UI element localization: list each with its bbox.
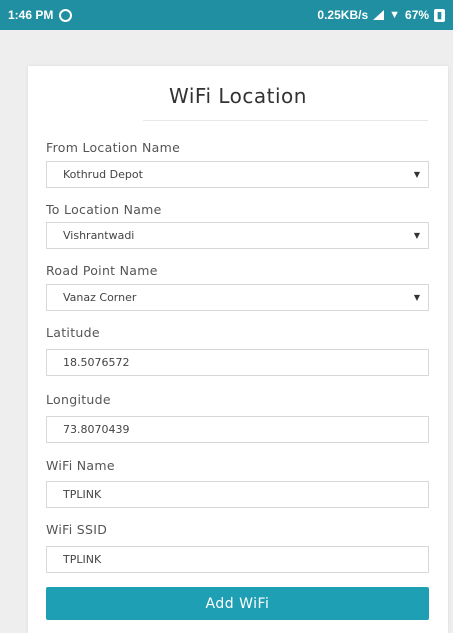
- road-point-label: Road Point Name: [46, 263, 158, 278]
- wifi-ssid-value: TPLINK: [63, 553, 102, 566]
- wifi-name-label: WiFi Name: [46, 458, 115, 473]
- to-location-label: To Location Name: [46, 202, 162, 217]
- whatsapp-icon: [59, 8, 73, 22]
- longitude-label: Longitude: [46, 392, 111, 407]
- to-location-select[interactable]: Vishrantwadi ▼: [46, 222, 429, 249]
- title-divider: [143, 120, 428, 121]
- from-location-value: Kothrud Depot: [63, 168, 143, 181]
- battery-icon: ▮: [434, 8, 445, 22]
- page-title: WiFi Location: [169, 84, 307, 108]
- longitude-input[interactable]: 73.8070439: [46, 416, 429, 443]
- road-point-select[interactable]: Vanaz Corner ▼: [46, 284, 429, 311]
- status-time: 1:46 PM: [8, 8, 54, 22]
- latitude-input[interactable]: 18.5076572: [46, 349, 429, 376]
- latitude-label: Latitude: [46, 325, 100, 340]
- status-bar: 1:46 PM 0.25KB/s ▼ 67% ▮: [0, 0, 453, 30]
- to-location-value: Vishrantwadi: [63, 229, 135, 242]
- wifi-ssid-label: WiFi SSID: [46, 522, 108, 537]
- network-speed: 0.25KB/s: [317, 8, 369, 22]
- wifi-name-value: TPLINK: [63, 488, 102, 501]
- latitude-value: 18.5076572: [63, 356, 130, 369]
- add-wifi-button[interactable]: Add WiFi: [46, 587, 429, 620]
- battery-percent: 67%: [405, 8, 430, 22]
- signal-icon: [373, 10, 385, 20]
- road-point-value: Vanaz Corner: [63, 291, 137, 304]
- longitude-value: 73.8070439: [63, 423, 130, 436]
- from-location-select[interactable]: Kothrud Depot ▼: [46, 161, 429, 188]
- chevron-down-icon: ▼: [413, 231, 420, 240]
- wifi-location-card: WiFi Location From Location Name Kothrud…: [28, 66, 448, 633]
- chevron-down-icon: ▼: [413, 170, 420, 179]
- wifi-icon: ▼: [389, 9, 401, 21]
- from-location-label: From Location Name: [46, 140, 181, 155]
- wifi-ssid-input[interactable]: TPLINK: [46, 546, 429, 573]
- chevron-down-icon: ▼: [413, 293, 420, 302]
- wifi-name-input[interactable]: TPLINK: [46, 481, 429, 508]
